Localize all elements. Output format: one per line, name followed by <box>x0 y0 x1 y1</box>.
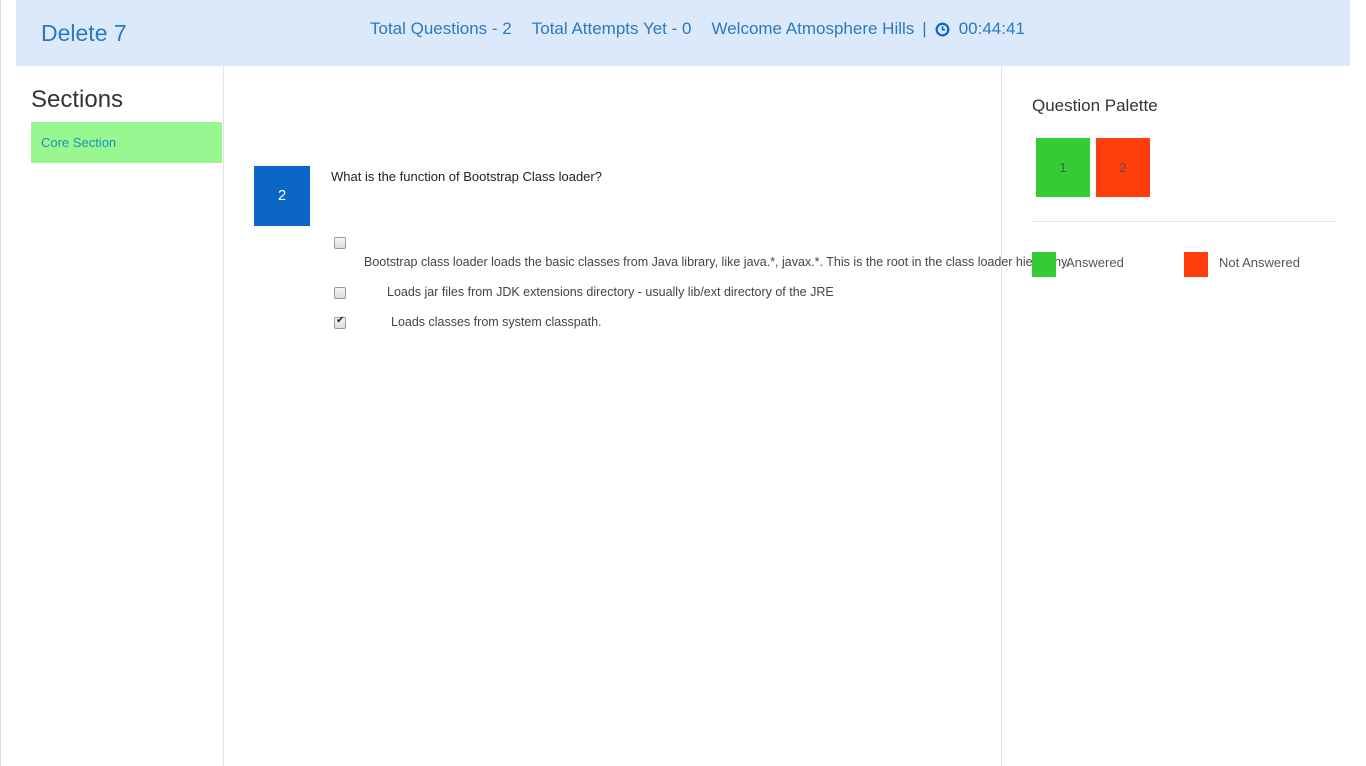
sections-panel: Sections Core Section <box>0 66 224 766</box>
palette-question-1[interactable]: 1 <box>1036 138 1090 197</box>
legend-not-answered-label: Not Answered <box>1219 255 1300 270</box>
question-text: What is the function of Bootstrap Class … <box>331 169 602 184</box>
total-questions: Total Questions - 2 <box>370 19 512 38</box>
question-number-badge: 2 <box>254 166 310 226</box>
question-panel: 2 What is the function of Bootstrap Clas… <box>224 66 1070 766</box>
legend-answered-swatch <box>1032 252 1056 277</box>
option-1-label: Bootstrap class loader loads the basic c… <box>364 255 1070 269</box>
header-separator: | <box>922 19 927 38</box>
question-palette: Question Palette 1 2 Answered Not Answer… <box>1002 66 1350 766</box>
legend-answered-label: Answered <box>1066 255 1124 270</box>
option-1-checkbox[interactable] <box>334 237 346 249</box>
option-2-checkbox[interactable] <box>334 287 346 299</box>
option-2-label: Loads jar files from JDK extensions dire… <box>387 285 834 299</box>
header-stats: Total Questions - 2 Total Attempts Yet -… <box>370 19 1025 39</box>
option-3-checkbox[interactable] <box>334 315 346 329</box>
legend-not-answered-swatch <box>1184 252 1208 277</box>
sections-title: Sections <box>31 86 124 113</box>
option-3-label: Loads classes from system classpath. <box>391 315 602 329</box>
section-item-core[interactable]: Core Section <box>31 122 222 163</box>
welcome-text: Welcome Atmosphere Hills <box>711 19 915 38</box>
palette-title: Question Palette <box>1032 96 1158 115</box>
palette-divider <box>1032 221 1336 222</box>
exam-title: Delete 7 <box>41 20 127 46</box>
palette-question-2[interactable]: 2 <box>1096 138 1150 197</box>
timer: 00:44:41 <box>958 19 1025 38</box>
total-attempts: Total Attempts Yet - 0 <box>531 19 692 38</box>
clock-icon <box>935 22 950 36</box>
header-bar: Delete 7 Total Questions - 2 Total Attem… <box>16 0 1350 66</box>
